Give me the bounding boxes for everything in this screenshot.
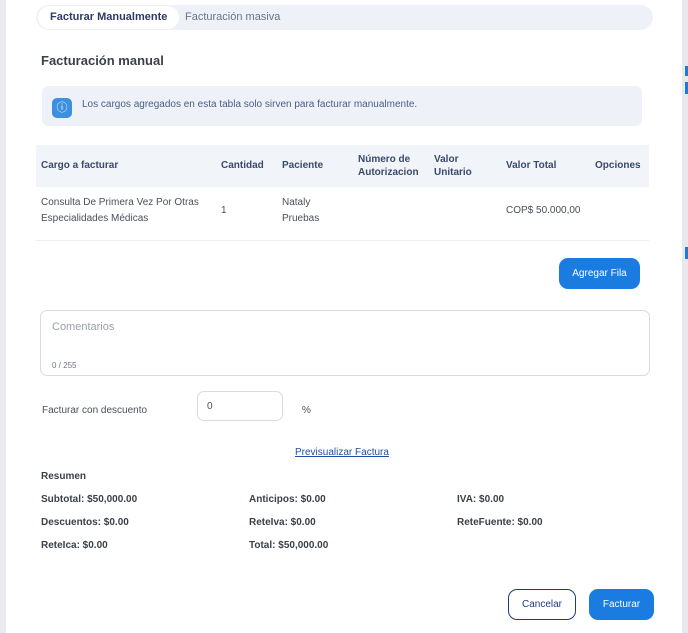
- row-patient: Nataly Pruebas: [282, 195, 319, 227]
- tab-bulk-billing[interactable]: Facturación masiva: [185, 5, 280, 30]
- percent-sign: %: [302, 405, 311, 416]
- header-unit-value-line1: Valor: [434, 154, 459, 165]
- header-unit-value-line2: Unitario: [434, 167, 472, 178]
- add-row-button[interactable]: Agregar Fila: [559, 258, 640, 289]
- summary-reteiva: ReteIva: $0.00: [249, 517, 316, 528]
- submit-invoice-button[interactable]: Facturar: [589, 589, 654, 620]
- header-unit-value: Valor Unitario: [434, 153, 472, 179]
- comments-textarea[interactable]: Comentarios 0 / 255: [40, 310, 650, 376]
- info-banner: ⓘ Los cargos agregados en esta tabla sol…: [42, 86, 642, 126]
- preview-invoice-link[interactable]: Previsualizar Factura: [295, 447, 389, 458]
- discount-label: Facturar con descuento: [42, 405, 148, 416]
- cancel-button[interactable]: Cancelar: [508, 589, 576, 620]
- table-header: Cargo a facturar Cantidad Paciente Númer…: [36, 145, 649, 187]
- header-options: Opciones: [595, 160, 641, 171]
- header-authorization: Número de Autorizacion: [358, 153, 419, 179]
- header-quantity: Cantidad: [221, 160, 264, 171]
- summary-reteica: ReteIca: $0.00: [41, 540, 108, 551]
- section-title: Facturación manual: [41, 53, 164, 68]
- summary-advances: Anticipos: $0.00: [249, 494, 326, 505]
- row-charge: Consulta De Primera Vez Por Otras Especi…: [41, 195, 199, 227]
- billing-modal: Facturar Manualmente Facturación masiva …: [6, 0, 682, 633]
- row-patient-line2: Pruebas: [282, 213, 320, 224]
- summary-title: Resumen: [41, 471, 87, 482]
- row-divider: [36, 240, 649, 241]
- header-charge: Cargo a facturar: [41, 160, 119, 171]
- discount-input[interactable]: 0: [197, 391, 283, 421]
- summary-subtotal: Subtotal: $50,000.00: [41, 494, 138, 505]
- summary-total: Total: $50,000.00: [249, 540, 329, 551]
- header-authorization-line1: Número de: [358, 154, 411, 165]
- backdrop-right-edge: [682, 0, 688, 633]
- row-total: COP$ 50.000,00: [506, 205, 581, 216]
- info-banner-text: Los cargos agregados en esta tabla solo …: [82, 99, 418, 110]
- header-authorization-line2: Autorizacion: [358, 167, 419, 178]
- row-charge-line2: Especialidades Médicas: [41, 213, 149, 224]
- row-patient-line1: Nataly: [282, 197, 311, 208]
- header-total: Valor Total: [506, 160, 557, 171]
- row-charge-line1: Consulta De Primera Vez Por Otras: [41, 197, 199, 208]
- comments-placeholder: Comentarios: [52, 321, 115, 333]
- summary-retefuente: ReteFuente: $0.00: [457, 517, 543, 528]
- row-quantity: 1: [221, 205, 227, 216]
- summary-discounts: Descuentos: $0.00: [41, 517, 129, 528]
- tab-manual-billing[interactable]: Facturar Manualmente: [38, 6, 180, 29]
- summary-iva: IVA: $0.00: [457, 494, 505, 505]
- header-patient: Paciente: [282, 160, 324, 171]
- tab-bar: Facturar Manualmente Facturación masiva: [36, 5, 653, 30]
- info-icon: ⓘ: [52, 98, 72, 118]
- comments-char-counter: 0 / 255: [52, 361, 77, 370]
